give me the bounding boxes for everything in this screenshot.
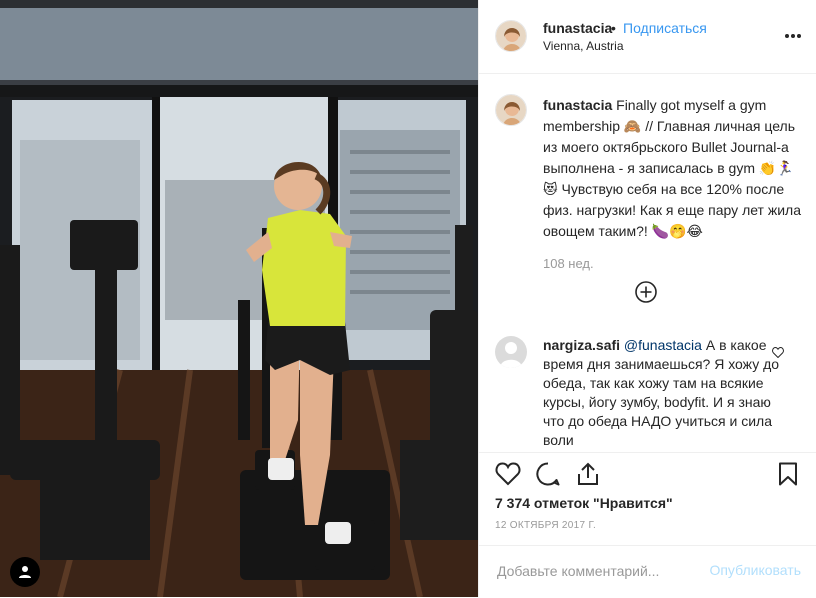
user-tag-icon[interactable] bbox=[10, 557, 40, 587]
post-photo[interactable] bbox=[0, 0, 478, 597]
post-author-username[interactable]: funastacia bbox=[543, 20, 612, 36]
comment-text: А в какое время дня занимаешься? Я хожу … bbox=[543, 337, 780, 448]
comment-username[interactable]: nargiza.safi bbox=[543, 337, 620, 353]
post-side-panel: funastacia • Подписаться Vienna, Austria… bbox=[478, 0, 816, 597]
publish-button[interactable]: Опубликовать bbox=[709, 562, 801, 578]
share-icon[interactable] bbox=[575, 461, 601, 487]
post-header: funastacia • Подписаться Vienna, Austria bbox=[479, 0, 816, 74]
likes-count[interactable]: 7 374 отметок "Нравится" bbox=[495, 495, 673, 511]
more-icon[interactable] bbox=[784, 26, 802, 44]
plus-circle-icon[interactable] bbox=[634, 280, 658, 304]
separator-dot: • bbox=[611, 20, 616, 36]
comment-item: nargiza.safi @funastacia А в какое время… bbox=[543, 336, 783, 450]
comment-icon[interactable] bbox=[535, 461, 561, 487]
caption-username[interactable]: funastacia bbox=[543, 97, 612, 113]
comment-input[interactable] bbox=[495, 558, 709, 584]
follow-button[interactable]: Подписаться bbox=[623, 20, 707, 36]
add-comment-form: Опубликовать bbox=[479, 545, 816, 598]
caption-avatar[interactable] bbox=[495, 94, 527, 126]
post-date[interactable]: 12 ОКТЯБРЯ 2017 Г. bbox=[495, 520, 596, 531]
post-caption: funastacia Finally got myself a gym memb… bbox=[543, 95, 805, 242]
post-location[interactable]: Vienna, Austria bbox=[543, 39, 624, 53]
heart-icon[interactable] bbox=[495, 461, 521, 487]
caption-text: Finally got myself a gym membership 🙈 //… bbox=[543, 97, 802, 239]
avatar[interactable] bbox=[495, 20, 527, 52]
post-actions: 7 374 отметок "Нравится" 12 ОКТЯБРЯ 2017… bbox=[479, 452, 816, 597]
comment-mention[interactable]: @funastacia bbox=[624, 337, 702, 353]
gym-photo-illustration bbox=[0, 0, 478, 597]
bookmark-icon[interactable] bbox=[775, 461, 801, 487]
comment-avatar[interactable] bbox=[495, 336, 527, 368]
caption-timestamp[interactable]: 108 нед. bbox=[543, 256, 594, 271]
comment-like-heart-icon[interactable] bbox=[772, 345, 784, 363]
